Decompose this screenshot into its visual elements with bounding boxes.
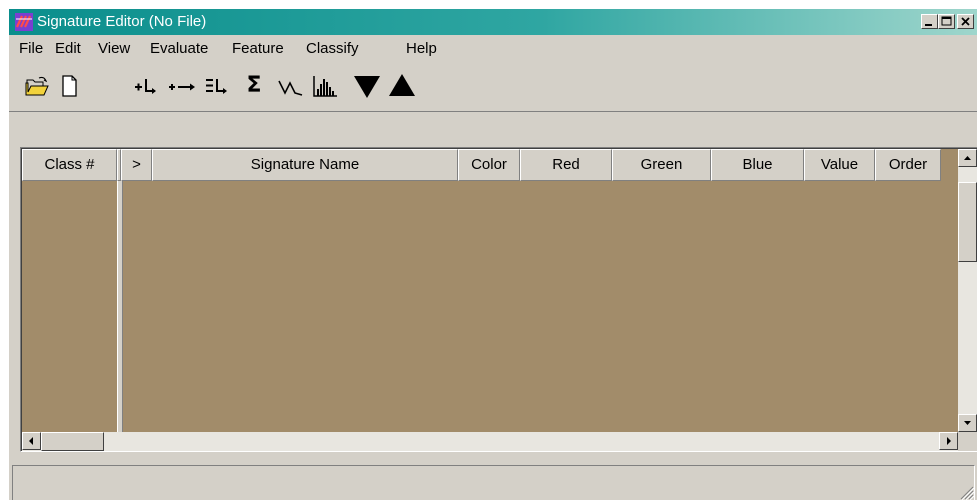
- line-plot-icon: [278, 80, 303, 96]
- menu-evaluate[interactable]: Evaluate: [150, 40, 208, 58]
- status-bar: [12, 465, 975, 500]
- sigma-icon: Σ: [246, 73, 262, 98]
- arrow-down-icon: [964, 421, 971, 425]
- menu-edit[interactable]: Edit: [55, 40, 81, 58]
- arrow-up-icon: [964, 156, 971, 160]
- title-bar[interactable]: Signature Editor (No File): [9, 9, 977, 35]
- link-button[interactable]: [167, 73, 195, 99]
- add-row-icon: [135, 79, 156, 94]
- column-header-signature-name[interactable]: Signature Name: [152, 149, 458, 181]
- move-down-button[interactable]: [352, 73, 380, 99]
- vertical-scrollbar[interactable]: [958, 149, 977, 432]
- merge-rows-button[interactable]: [203, 73, 231, 99]
- histogram-button[interactable]: [311, 73, 339, 99]
- row-header-divider: [117, 181, 123, 432]
- histogram-icon: [313, 76, 337, 97]
- column-header-order[interactable]: Order: [875, 149, 941, 181]
- signature-grid[interactable]: Class # > Signature Name Color Red Green…: [20, 147, 977, 452]
- triangle-down-icon: [354, 76, 380, 98]
- signature-editor-window: Signature Editor (No File) File Edit Vie…: [8, 8, 977, 500]
- column-header-class-number[interactable]: Class #: [22, 149, 117, 181]
- resize-grip-icon[interactable]: [958, 484, 974, 500]
- close-button[interactable]: [957, 14, 974, 29]
- merge-rows-icon: [206, 79, 227, 94]
- menu-bar: File Edit View Evaluate Feature Classify…: [9, 36, 977, 62]
- maximize-button[interactable]: [938, 14, 955, 29]
- column-header-color[interactable]: Color: [458, 149, 520, 181]
- column-header-red[interactable]: Red: [520, 149, 612, 181]
- add-row-button[interactable]: [132, 73, 160, 99]
- scroll-right-button[interactable]: [939, 432, 958, 450]
- minimize-icon: [925, 24, 932, 26]
- column-header-expand[interactable]: >: [121, 149, 152, 181]
- scroll-left-button[interactable]: [22, 432, 41, 450]
- vertical-scroll-thumb[interactable]: [958, 182, 977, 262]
- menu-classify[interactable]: Classify: [306, 40, 359, 58]
- arrow-right-icon: [947, 437, 951, 445]
- app-icon[interactable]: [15, 13, 33, 31]
- column-header-green[interactable]: Green: [612, 149, 711, 181]
- row-header-column: [22, 181, 118, 432]
- menu-file[interactable]: File: [19, 40, 43, 58]
- statistics-button[interactable]: Σ: [240, 73, 268, 99]
- column-header-value[interactable]: Value: [804, 149, 875, 181]
- window-title: Signature Editor (No File): [37, 13, 207, 30]
- arrow-left-icon: [29, 437, 33, 445]
- line-plot-button[interactable]: [277, 73, 305, 99]
- close-icon: [961, 17, 970, 26]
- scroll-up-button[interactable]: [958, 149, 977, 167]
- horizontal-scroll-thumb[interactable]: [41, 432, 104, 451]
- column-header-blue[interactable]: Blue: [711, 149, 804, 181]
- menu-help[interactable]: Help: [406, 40, 437, 58]
- link-icon: [169, 83, 195, 91]
- new-file-icon: [62, 75, 77, 97]
- maximize-icon: [941, 16, 952, 26]
- new-button[interactable]: [55, 73, 83, 99]
- toolbar: Σ: [9, 63, 977, 112]
- open-folder-icon: [25, 76, 49, 96]
- move-up-button[interactable]: [387, 73, 415, 99]
- menu-view[interactable]: View: [98, 40, 130, 58]
- triangle-up-icon: [389, 74, 415, 96]
- open-button[interactable]: [23, 73, 51, 99]
- menu-feature[interactable]: Feature: [232, 40, 284, 58]
- horizontal-scrollbar[interactable]: [22, 432, 958, 451]
- minimize-button[interactable]: [921, 14, 938, 29]
- scrollbar-corner: [958, 432, 977, 451]
- scroll-down-button[interactable]: [958, 414, 977, 432]
- grid-body[interactable]: Class # > Signature Name Color Red Green…: [21, 148, 977, 451]
